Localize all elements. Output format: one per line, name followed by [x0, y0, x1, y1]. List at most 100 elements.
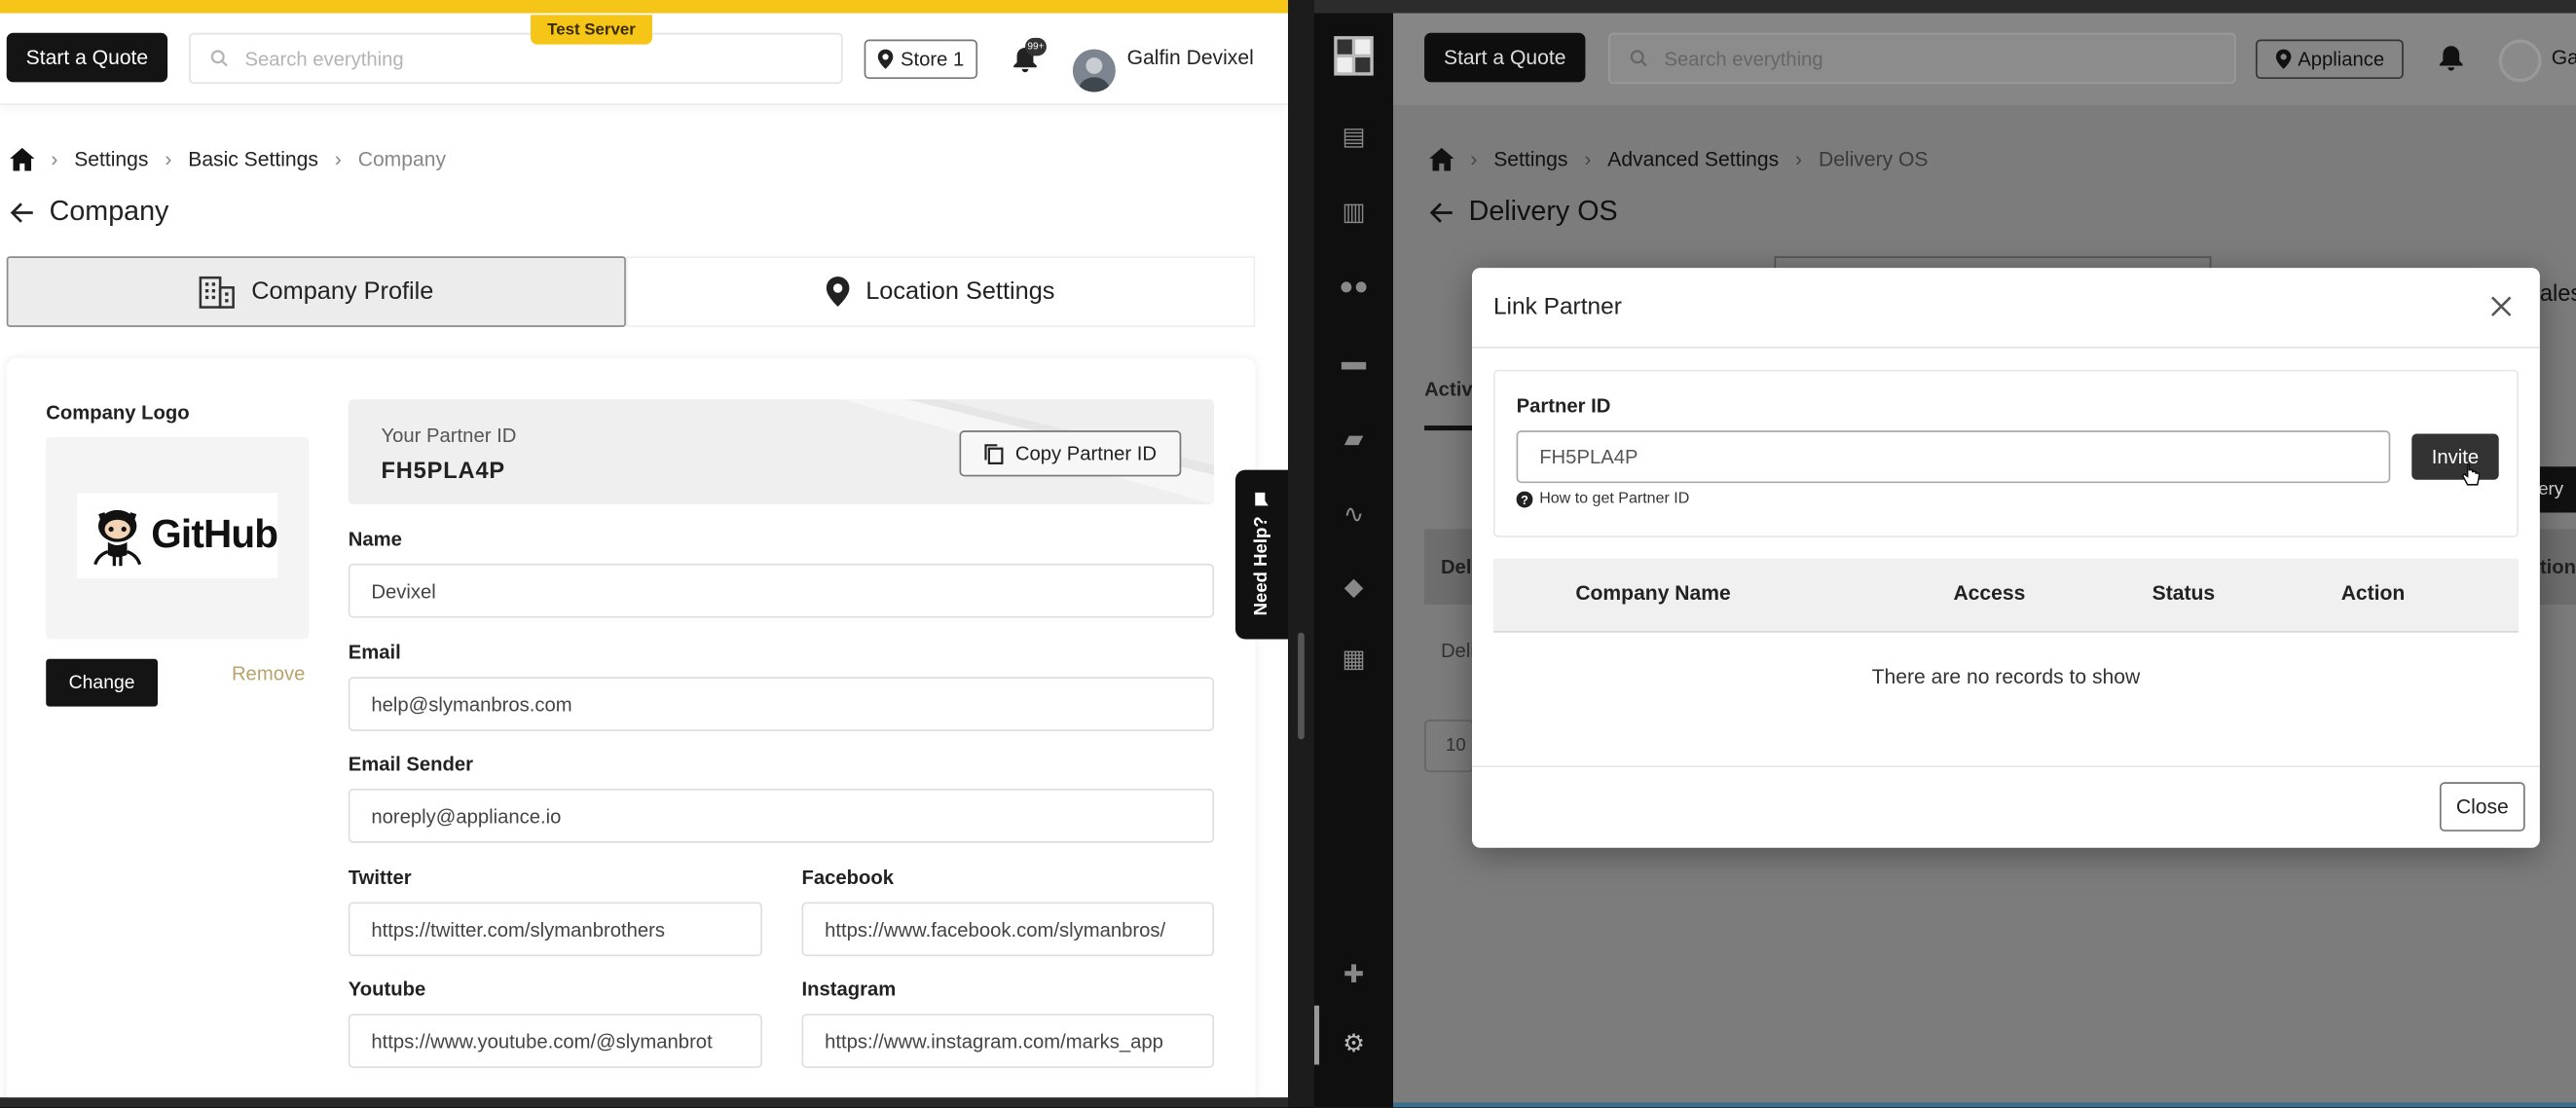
- user-name-fragment[interactable]: Ga: [2552, 46, 2576, 69]
- breadcrumb: › Settings › Basic Settings › Company: [10, 145, 446, 174]
- breadcrumb-basic-settings[interactable]: Basic Settings: [188, 148, 318, 171]
- instagram-field[interactable]: https://www.instagram.com/marks_app: [801, 1014, 1215, 1068]
- logo-box: GitHub: [46, 436, 310, 640]
- column-access: Access: [1953, 581, 2026, 605]
- breadcrumb-separator-icon: ›: [1584, 147, 1592, 171]
- modal-title: Link Partner: [1492, 294, 1622, 321]
- back-arrow-icon[interactable]: [10, 202, 34, 223]
- store-label: Store 1: [900, 47, 965, 71]
- link-partner-modal: Link Partner Partner ID FH5PLA4P Invite …: [1472, 268, 2540, 848]
- page-header: Delivery OS: [1429, 196, 1618, 229]
- top-header: Start a Quote Search everything Test Ser…: [0, 13, 1288, 105]
- name-field[interactable]: Devixel: [348, 563, 1215, 618]
- bg-column-header: Del: [1424, 529, 1474, 605]
- breadcrumb-advanced-settings[interactable]: Advanced Settings: [1607, 148, 1779, 171]
- route-icon[interactable]: ∿: [1314, 499, 1393, 530]
- store-selector[interactable]: Store 1: [864, 39, 978, 79]
- page-title: Company: [49, 195, 169, 227]
- folder-icon[interactable]: ▬: [1314, 349, 1393, 377]
- hand-cursor-icon: [2461, 463, 2481, 486]
- facebook-field[interactable]: https://www.facebook.com/slymanbros/: [801, 902, 1215, 957]
- email-sender-field[interactable]: noreply@appliance.io: [348, 789, 1215, 843]
- breadcrumb-separator-icon: ›: [51, 147, 58, 171]
- page-title: Delivery OS: [1468, 195, 1618, 227]
- github-wordmark: GitHub: [151, 512, 278, 558]
- left-window: Start a Quote Search everything Test Ser…: [0, 0, 1288, 1098]
- github-logo: GitHub: [77, 493, 278, 578]
- instagram-label: Instagram: [801, 978, 897, 1001]
- location-pin-icon: [878, 49, 894, 69]
- location-pin-icon: [2275, 49, 2291, 69]
- search-icon: [1630, 50, 1647, 67]
- close-button[interactable]: Close: [2439, 782, 2525, 831]
- page-header: Company: [10, 196, 168, 229]
- breadcrumb-separator-icon: ›: [1470, 147, 1478, 171]
- bg-tab-active: Activ: [1424, 378, 1473, 401]
- change-logo-button[interactable]: Change: [46, 658, 158, 707]
- tab-company-profile-label: Company Profile: [251, 277, 434, 306]
- notification-count-badge: 99+: [1025, 37, 1047, 56]
- top-accent-line: [0, 0, 1288, 14]
- store-selector[interactable]: Appliance: [2255, 39, 2404, 79]
- gear-icon[interactable]: ⚙: [1314, 1028, 1393, 1058]
- avatar[interactable]: [1072, 49, 1116, 92]
- store-label: Appliance: [2298, 47, 2385, 71]
- modal-header-divider: [1472, 347, 2540, 349]
- back-arrow-icon[interactable]: [1429, 202, 1454, 223]
- chart-icon[interactable]: ▦: [1314, 645, 1393, 674]
- column-action: Action: [2340, 581, 2406, 605]
- receipt-icon[interactable]: ▥: [1314, 198, 1393, 227]
- building-icon: [199, 276, 235, 308]
- home-icon[interactable]: [10, 147, 35, 171]
- users-icon[interactable]: ●●: [1314, 273, 1393, 301]
- column-status: Status: [2152, 581, 2216, 605]
- start-quote-button[interactable]: Start a Quote: [1424, 32, 1586, 83]
- bell-icon[interactable]: [2438, 45, 2464, 73]
- app-logo-icon[interactable]: [1334, 36, 1374, 76]
- email-field[interactable]: help@slymanbros.com: [348, 677, 1215, 731]
- twitter-field[interactable]: https://twitter.com/slymanbrothers: [348, 902, 762, 957]
- email-sender-label: Email Sender: [348, 752, 474, 776]
- truck-icon[interactable]: ▰: [1314, 424, 1393, 454]
- bg-tab-fragment: ales: [2539, 278, 2576, 306]
- breadcrumb: › Settings › Advanced Settings › Deliver…: [1429, 145, 1928, 174]
- twitter-label: Twitter: [348, 866, 412, 889]
- breadcrumb-settings[interactable]: Settings: [1493, 148, 1567, 171]
- tab-company-profile[interactable]: Company Profile: [6, 256, 626, 327]
- partner-id-value: FH5PLA4P: [381, 457, 506, 484]
- quote-doc-icon[interactable]: ▤: [1314, 122, 1393, 152]
- search-icon: [210, 50, 228, 67]
- home-icon[interactable]: [1429, 147, 1454, 171]
- start-quote-button[interactable]: Start a Quote: [6, 32, 168, 83]
- company-logo-label: Company Logo: [46, 400, 190, 425]
- partner-id-panel: Partner ID FH5PLA4P Invite ? How to get …: [1492, 369, 2519, 537]
- chat-bubble-icon: [1255, 493, 1269, 507]
- user-name[interactable]: Galfin Devixel: [1127, 46, 1254, 69]
- breadcrumb-delivery-os: Delivery OS: [1818, 147, 1929, 171]
- copy-partner-id-button[interactable]: Copy Partner ID: [959, 430, 1182, 477]
- invite-button[interactable]: Invite: [2411, 433, 2499, 480]
- box-icon[interactable]: ◆: [1314, 572, 1393, 602]
- puzzle-icon[interactable]: ✚: [1314, 960, 1393, 989]
- breadcrumb-separator-icon: ›: [1795, 147, 1803, 171]
- bg-page-size: 10: [1424, 720, 1474, 773]
- tab-location-settings[interactable]: Location Settings: [625, 256, 1256, 327]
- avatar[interactable]: [2498, 39, 2542, 83]
- search-input[interactable]: Search everything: [189, 32, 843, 85]
- youtube-field[interactable]: https://www.youtube.com/@slymanbrot: [348, 1014, 762, 1068]
- search-placeholder: Search everything: [244, 47, 404, 70]
- close-icon[interactable]: [2490, 296, 2512, 317]
- partner-id-help[interactable]: ? How to get Partner ID: [1516, 489, 1690, 508]
- need-help-tab[interactable]: Need Help?: [1235, 469, 1288, 640]
- remove-logo-link[interactable]: Remove: [232, 662, 305, 685]
- search-placeholder: Search everything: [1664, 47, 1823, 70]
- bg-tab-underline: [1424, 425, 1474, 431]
- partner-id-help-label: How to get Partner ID: [1539, 489, 1690, 508]
- breadcrumb-separator-icon: ›: [165, 147, 172, 171]
- breadcrumb-settings[interactable]: Settings: [74, 148, 148, 171]
- copy-icon: [984, 443, 1004, 464]
- partner-id-label: Your Partner ID: [381, 424, 517, 447]
- search-input[interactable]: Search everything: [1608, 32, 2236, 85]
- split-handle[interactable]: [1298, 632, 1305, 740]
- partner-id-input[interactable]: FH5PLA4P: [1516, 430, 2391, 484]
